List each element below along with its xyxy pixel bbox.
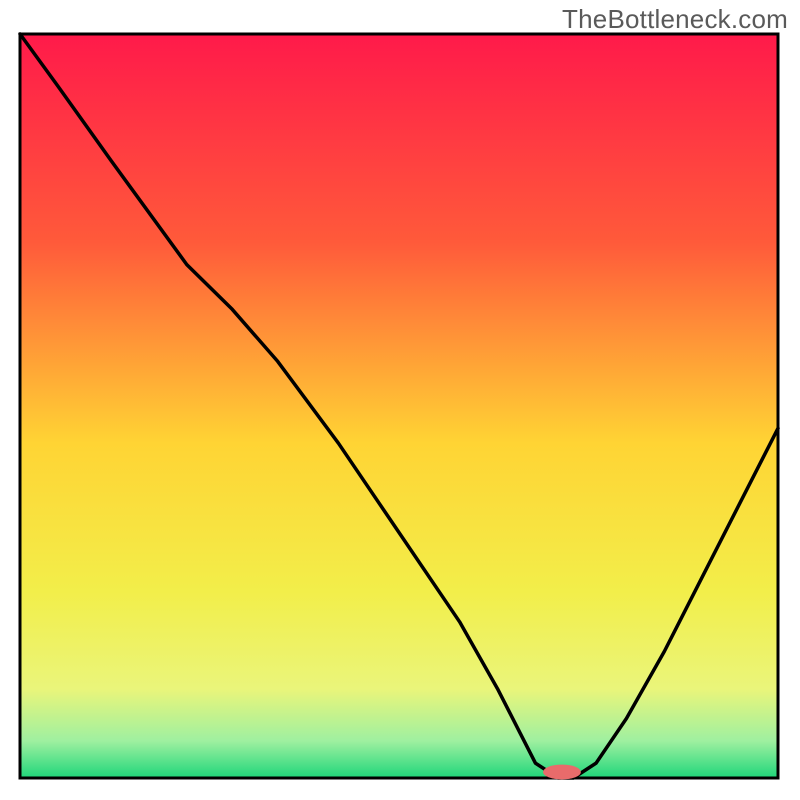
bottleneck-chart [0, 0, 800, 800]
optimal-point-marker [543, 765, 581, 780]
plot-background [20, 34, 778, 778]
watermark-text: TheBottleneck.com [562, 4, 788, 35]
chart-container: TheBottleneck.com [0, 0, 800, 800]
